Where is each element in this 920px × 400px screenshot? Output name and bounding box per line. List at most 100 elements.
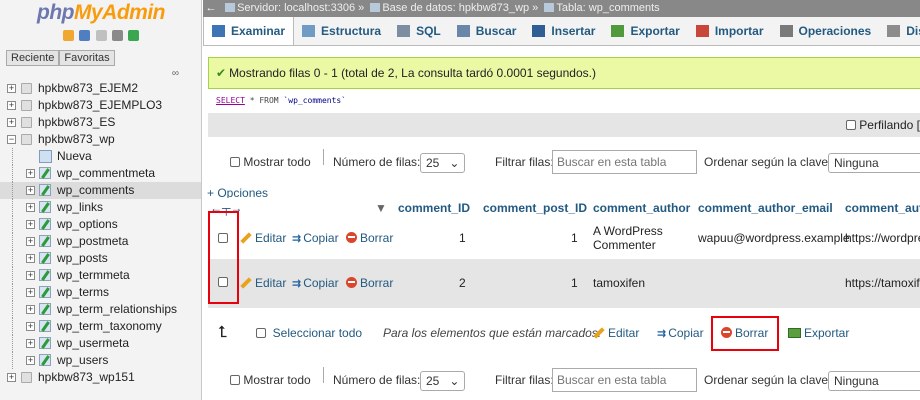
expand-icon[interactable]: +	[26, 271, 35, 280]
table-row: Editar ⇉ Copiar Borrar 1 1 A WordPress Co…	[208, 219, 920, 259]
settings-icon[interactable]	[111, 30, 123, 42]
tree-database-item[interactable]: + hpkbw873_EJEMPLO3	[0, 97, 201, 114]
bulk-edit-button[interactable]: Editar	[593, 320, 639, 346]
filter-input[interactable]	[552, 368, 697, 392]
column-header-comment-id[interactable]: comment_ID	[398, 201, 470, 215]
tree-table-item[interactable]: + wp_comments	[0, 182, 201, 199]
breadcrumb-server[interactable]: Servidor: localhost:3306	[237, 2, 355, 14]
tree-table-item[interactable]: + wp_users	[0, 352, 201, 369]
cell-comment-author-url[interactable]: https://wordpress	[845, 231, 920, 245]
profiling-checkbox[interactable]	[845, 120, 856, 130]
tab-buscar[interactable]: Buscar	[449, 17, 525, 45]
column-header-comment-author[interactable]: comment_author	[593, 201, 690, 215]
tree-table-item[interactable]: + wp_term_taxonomy	[0, 318, 201, 335]
show-all-checkbox[interactable]	[230, 375, 240, 385]
tab-exportar[interactable]: Exportar	[603, 17, 687, 45]
cell-comment-author[interactable]: A WordPress	[593, 224, 663, 238]
tree-database-item[interactable]: + hpkbw873_wp151	[0, 369, 201, 386]
sort-select[interactable]: Ninguna	[828, 149, 920, 175]
breadcrumb-database[interactable]: Base de datos: hpkbw873_wp	[382, 2, 529, 14]
expand-icon[interactable]: +	[26, 203, 35, 212]
table-icon	[39, 218, 52, 231]
phpmyadmin-logo[interactable]: phpMyAdmin	[0, 0, 201, 26]
tab-estructura[interactable]: Estructura	[294, 17, 389, 45]
bulk-export-button[interactable]: Exportar	[788, 320, 849, 346]
link-with-main-icon[interactable]: ∞	[172, 68, 179, 79]
docs-icon[interactable]	[95, 30, 107, 42]
cell-comment-author[interactable]: tamoxifen	[593, 276, 645, 290]
expand-icon[interactable]: +	[26, 305, 35, 314]
expand-icon[interactable]: +	[7, 84, 16, 93]
expand-icon[interactable]: +	[7, 118, 16, 127]
expand-icon[interactable]: +	[7, 373, 16, 382]
tree-line	[12, 199, 13, 216]
expand-icon[interactable]: +	[26, 237, 35, 246]
reload-icon[interactable]	[128, 30, 140, 42]
tree-database-item[interactable]: + hpkbw873_ES	[0, 114, 201, 131]
logout-icon[interactable]	[79, 30, 91, 42]
filter-input[interactable]	[552, 150, 697, 174]
sort-select[interactable]: Ninguna	[828, 367, 920, 393]
column-header-comment-author-url[interactable]: comment_auth	[845, 201, 920, 215]
expand-icon[interactable]: +	[26, 254, 35, 263]
select-all-toggle[interactable]: Seleccionar todo	[256, 320, 362, 346]
breadcrumb-table[interactable]: Tabla: wp_comments	[556, 2, 659, 14]
tree-database-item[interactable]: − hpkbw873_wp	[0, 131, 201, 148]
tree-table-item[interactable]: + wp_posts	[0, 250, 201, 267]
collapse-icon[interactable]: −	[7, 135, 16, 144]
tree-table-item[interactable]: + wp_options	[0, 216, 201, 233]
column-header-comment-post-id[interactable]: comment_post_ID	[483, 201, 587, 215]
cell-comment-post-id[interactable]: 1	[571, 231, 578, 245]
tree-line	[12, 301, 13, 318]
tree-table-item[interactable]: + wp_usermeta	[0, 335, 201, 352]
copy-link[interactable]: ⇉ Copiar	[292, 276, 339, 290]
cell-comment-id[interactable]: 2	[459, 276, 466, 290]
bulk-copy-button[interactable]: ⇉ Copiar	[657, 320, 704, 347]
cell-comment-post-id[interactable]: 1	[571, 276, 578, 290]
expand-icon[interactable]: +	[26, 186, 35, 195]
expand-icon[interactable]: +	[26, 220, 35, 229]
tab-favorites[interactable]: Favoritas	[59, 50, 115, 66]
cell-comment-id[interactable]: 1	[459, 231, 466, 245]
rows-select[interactable]: 25 ⌄	[420, 149, 466, 175]
tree-table-item[interactable]: + wp_termmeta	[0, 267, 201, 284]
show-all-toggle[interactable]: Mostrar todo	[230, 367, 311, 393]
delete-link[interactable]: Borrar	[346, 231, 393, 245]
expand-icon[interactable]: +	[26, 288, 35, 297]
for-marked-label: Para los elementos que están marcados:	[383, 326, 602, 340]
tree-table-item[interactable]: + wp_term_relationships	[0, 301, 201, 318]
copy-link[interactable]: ⇉ Copiar	[292, 231, 339, 245]
edit-link[interactable]: Editar	[240, 231, 286, 245]
cell-comment-author-email[interactable]: wapuu@wordpress.example	[698, 231, 850, 245]
tab-operaciones[interactable]: Operaciones	[772, 17, 880, 45]
sort-arrow-icon[interactable]: ▼	[375, 201, 387, 215]
show-all-checkbox[interactable]	[230, 157, 240, 167]
rows-select[interactable]: 25 ⌄	[420, 367, 466, 393]
collapse-arrow-icon[interactable]: ←	[203, 0, 219, 17]
column-header-comment-author-email[interactable]: comment_author_email	[698, 201, 833, 215]
select-all-checkbox[interactable]	[256, 328, 266, 338]
cell-comment-author-url[interactable]: https://tamoxifen	[845, 276, 920, 290]
expand-icon[interactable]: +	[26, 339, 35, 348]
tree-table-item[interactable]: + wp_commentmeta	[0, 165, 201, 182]
tab-sql[interactable]: SQL	[389, 17, 449, 45]
tab-examinar[interactable]: Examinar	[203, 17, 295, 45]
delete-link[interactable]: Borrar	[346, 276, 393, 290]
expand-icon[interactable]: +	[26, 169, 35, 178]
show-all-toggle[interactable]: Mostrar todo	[230, 149, 311, 175]
expand-icon[interactable]: +	[26, 322, 35, 331]
home-icon[interactable]	[62, 30, 74, 42]
expand-icon[interactable]: +	[7, 101, 16, 110]
tree-database-item[interactable]: + hpkbw873_EJEM2	[0, 80, 201, 97]
profiling-option[interactable]: Perfilando [	[845, 118, 920, 132]
tab-recent[interactable]: Reciente	[6, 50, 60, 66]
expand-icon[interactable]: +	[26, 356, 35, 365]
tab-disparadores[interactable]: Disparadores	[879, 17, 920, 45]
tab-insertar[interactable]: Insertar	[524, 17, 603, 45]
tree-table-item[interactable]: + wp_links	[0, 199, 201, 216]
tree-table-item[interactable]: + wp_terms	[0, 284, 201, 301]
tree-table-item[interactable]: + wp_postmeta	[0, 233, 201, 250]
edit-link[interactable]: Editar	[240, 276, 286, 290]
tab-importar[interactable]: Importar	[688, 17, 772, 45]
tree-new-item[interactable]: Nueva	[0, 148, 201, 165]
